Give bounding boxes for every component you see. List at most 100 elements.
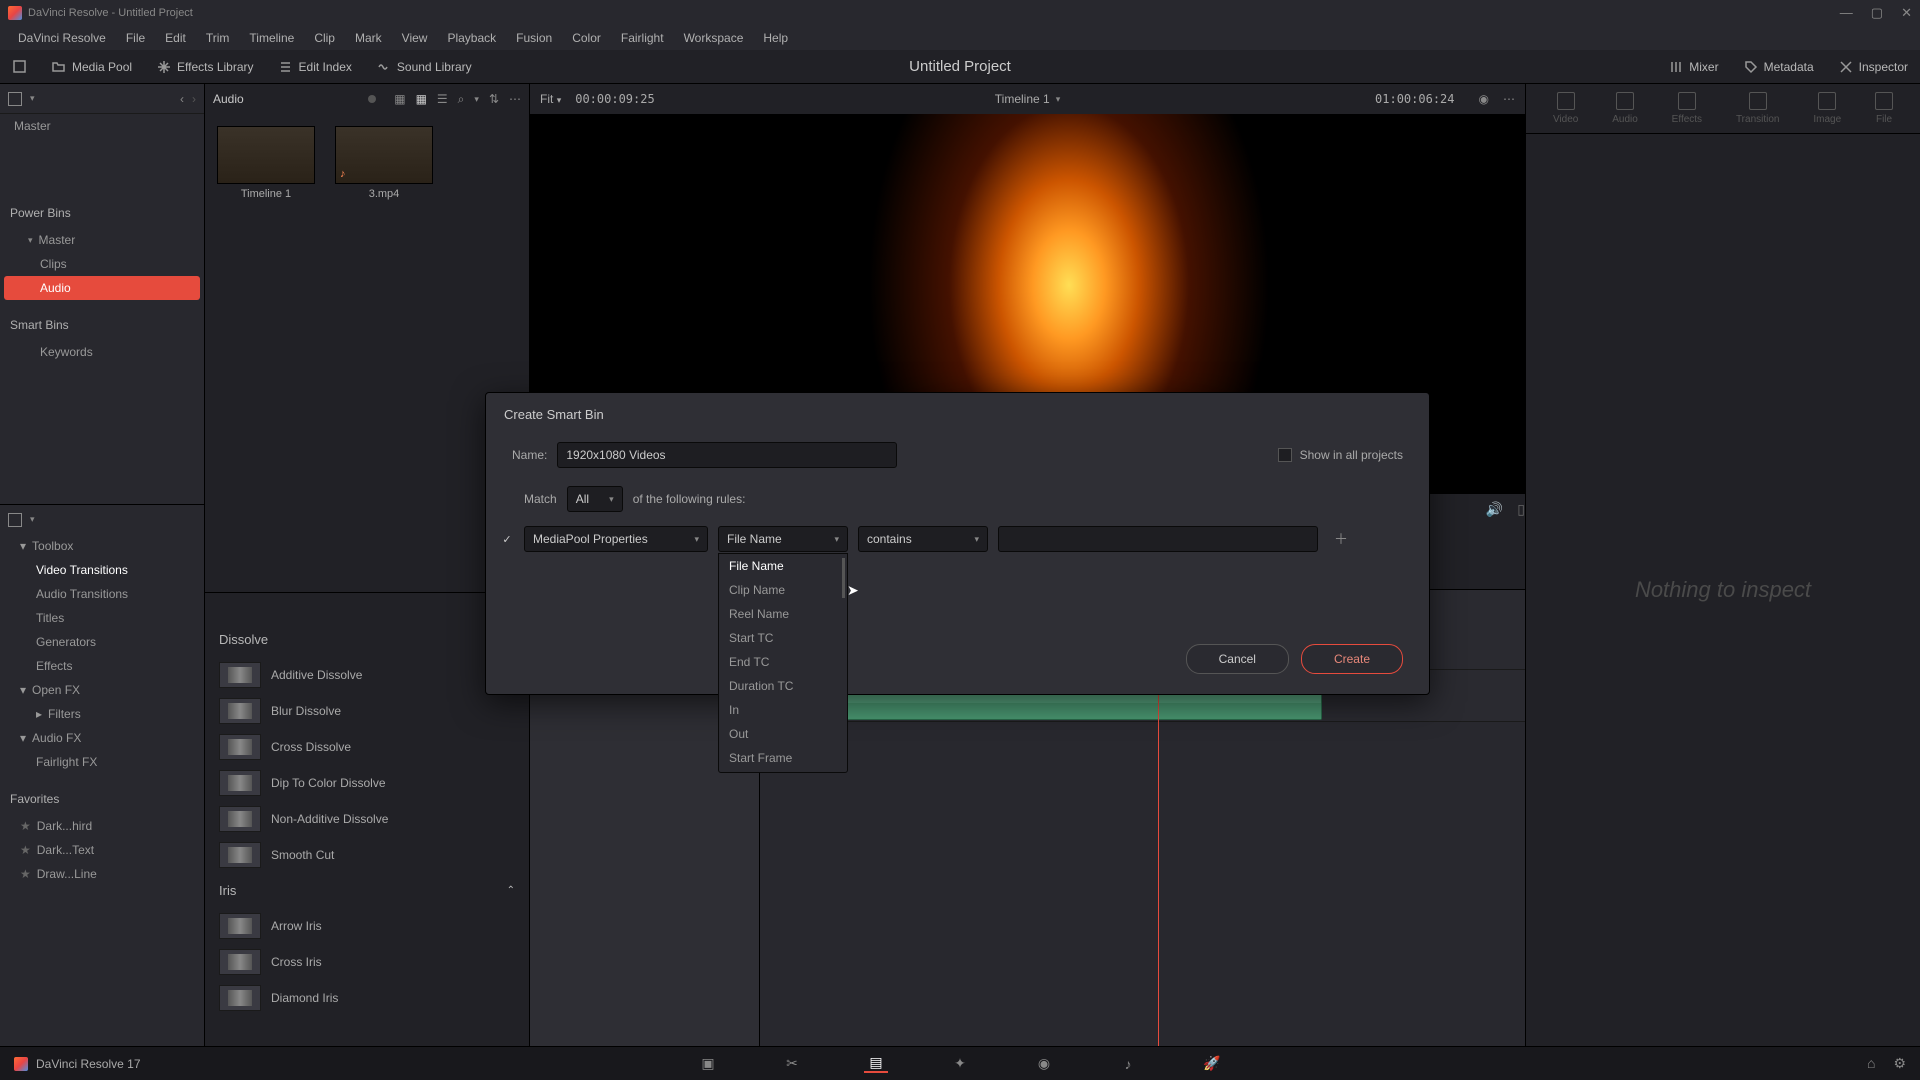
fx-effects[interactable]: Effects [0, 654, 204, 678]
fx-blur-dissolve[interactable]: Blur Dissolve [205, 693, 529, 729]
tab-file[interactable]: File [1875, 92, 1893, 125]
media-pool-button[interactable]: Media Pool [39, 50, 144, 83]
view-filmstrip-icon[interactable]: ▦ [394, 92, 405, 106]
more-icon[interactable]: ⋯ [509, 92, 521, 106]
menu-mark[interactable]: Mark [345, 31, 392, 45]
menu-edit[interactable]: Edit [155, 31, 196, 45]
rule-source-select[interactable]: MediaPool Properties▾ [524, 526, 708, 552]
fav-2[interactable]: ★Dark...Text [0, 838, 204, 862]
thumb-timeline[interactable]: Timeline 1 [217, 126, 315, 200]
page-fusion[interactable]: ✦ [948, 1055, 972, 1073]
fx-diamond-iris[interactable]: Diamond Iris [205, 980, 529, 1016]
fx-dip-color[interactable]: Dip To Color Dissolve [205, 765, 529, 801]
fx-cross-dissolve[interactable]: Cross Dissolve [205, 729, 529, 765]
fav-1[interactable]: ★Dark...hird [0, 814, 204, 838]
more-icon[interactable]: ⋯ [1503, 92, 1515, 106]
chevron-down-icon[interactable]: ▾ [30, 514, 35, 525]
show-all-checkbox[interactable] [1278, 448, 1292, 462]
rule-value-input[interactable] [998, 526, 1318, 552]
bin-power-master[interactable]: ▾Master [0, 228, 204, 252]
fx-openfx[interactable]: ▾Open FX [0, 678, 204, 702]
fx-additive-dissolve[interactable]: Additive Dissolve [205, 657, 529, 693]
opt-start-tc[interactable]: Start TC [719, 626, 847, 650]
opt-end-tc[interactable]: End TC [719, 650, 847, 674]
bin-view-icon[interactable] [8, 92, 22, 106]
chevron-down-icon[interactable]: ▾ [30, 93, 35, 104]
opt-out[interactable]: Out [719, 722, 847, 746]
fx-toolbox[interactable]: ▾Toolbox [0, 534, 204, 558]
menu-trim[interactable]: Trim [196, 31, 240, 45]
menu-help[interactable]: Help [753, 31, 798, 45]
page-cut[interactable]: ✂ [780, 1055, 804, 1073]
fx-non-additive[interactable]: Non-Additive Dissolve [205, 801, 529, 837]
sort-icon[interactable]: ⇅ [489, 92, 499, 106]
fx-titles[interactable]: Titles [0, 606, 204, 630]
name-input[interactable] [557, 442, 897, 468]
sound-library-button[interactable]: Sound Library [364, 50, 484, 83]
close-button[interactable]: ✕ [1901, 5, 1912, 21]
page-fairlight[interactable]: ♪ [1116, 1055, 1140, 1073]
bin-master[interactable]: Master [0, 114, 204, 138]
metadata-button[interactable]: Metadata [1731, 59, 1826, 74]
tab-effects[interactable]: Effects [1672, 92, 1702, 125]
fx-generators[interactable]: Generators [0, 630, 204, 654]
opt-duration-tc[interactable]: Duration TC [719, 674, 847, 698]
meter-icon[interactable]: ▯ [1517, 501, 1525, 518]
fx-audio-transitions[interactable]: Audio Transitions [0, 582, 204, 606]
view-grid-icon[interactable]: ▦ [416, 92, 427, 106]
expand-button[interactable] [0, 50, 39, 83]
page-color[interactable]: ◉ [1032, 1055, 1056, 1073]
fx-fairlight[interactable]: Fairlight FX [0, 750, 204, 774]
inspector-button[interactable]: Inspector [1826, 59, 1920, 74]
menu-color[interactable]: Color [562, 31, 611, 45]
rule-enabled-checkbox[interactable]: ✓ [500, 532, 514, 546]
fav-3[interactable]: ★Draw...Line [0, 862, 204, 886]
opt-file-name[interactable]: File Name [719, 554, 847, 578]
bin-clips[interactable]: Clips [0, 252, 204, 276]
menu-app[interactable]: DaVinci Resolve [8, 31, 116, 45]
bin-audio[interactable]: Audio [4, 276, 200, 300]
chevron-down-icon[interactable]: ▾ [474, 94, 479, 105]
opt-in[interactable]: In [719, 698, 847, 722]
menu-view[interactable]: View [392, 31, 438, 45]
opt-end-frame[interactable]: End Frame [719, 770, 847, 773]
fx-smooth-cut[interactable]: Smooth Cut [205, 837, 529, 873]
mixer-button[interactable]: Mixer [1656, 59, 1730, 74]
bin-keywords[interactable]: Keywords [0, 340, 204, 364]
tab-image[interactable]: Image [1813, 92, 1841, 125]
thumb-clip[interactable]: 3.mp4 [335, 126, 433, 200]
edit-index-button[interactable]: Edit Index [266, 50, 364, 83]
minimize-button[interactable]: — [1840, 5, 1853, 21]
page-media[interactable]: ▣ [696, 1055, 720, 1073]
page-edit[interactable]: ▤ [864, 1055, 888, 1073]
scrollbar[interactable] [842, 558, 845, 598]
menu-fusion[interactable]: Fusion [506, 31, 562, 45]
fx-cat-dissolve[interactable]: Dissolve⌃ [205, 622, 529, 657]
menu-file[interactable]: File [116, 31, 155, 45]
menu-timeline[interactable]: Timeline [239, 31, 304, 45]
volume-icon[interactable]: 🔊 [1486, 501, 1503, 518]
home-icon[interactable]: ⌂ [1867, 1055, 1875, 1072]
create-button[interactable]: Create [1301, 644, 1403, 674]
match-select[interactable]: All▾ [567, 486, 623, 512]
settings-icon[interactable]: ⚙ [1893, 1055, 1906, 1072]
opt-start-frame[interactable]: Start Frame [719, 746, 847, 770]
tab-video[interactable]: Video [1553, 92, 1578, 125]
nav-fwd-icon[interactable]: › [192, 92, 196, 106]
viewer-timeline-name[interactable]: Timeline 1▾ [995, 92, 1060, 106]
cancel-button[interactable]: Cancel [1186, 644, 1289, 674]
fx-cat-iris[interactable]: Iris⌃ [205, 873, 529, 908]
menu-workspace[interactable]: Workspace [674, 31, 754, 45]
rule-op-select[interactable]: contains▾ [858, 526, 988, 552]
add-rule-button[interactable]: ＋ [1334, 529, 1348, 549]
view-list-icon[interactable]: ☰ [437, 92, 448, 106]
menu-playback[interactable]: Playback [437, 31, 506, 45]
fx-arrow-iris[interactable]: Arrow Iris [205, 908, 529, 944]
effects-library-button[interactable]: Effects Library [144, 50, 265, 83]
fx-filters[interactable]: ▸Filters [0, 702, 204, 726]
fx-view-icon[interactable] [8, 513, 22, 527]
maximize-button[interactable]: ▢ [1871, 5, 1883, 21]
search-icon[interactable]: ⌕ [458, 92, 465, 107]
fx-cross-iris[interactable]: Cross Iris [205, 944, 529, 980]
bypass-icon[interactable]: ◉ [1479, 92, 1489, 106]
